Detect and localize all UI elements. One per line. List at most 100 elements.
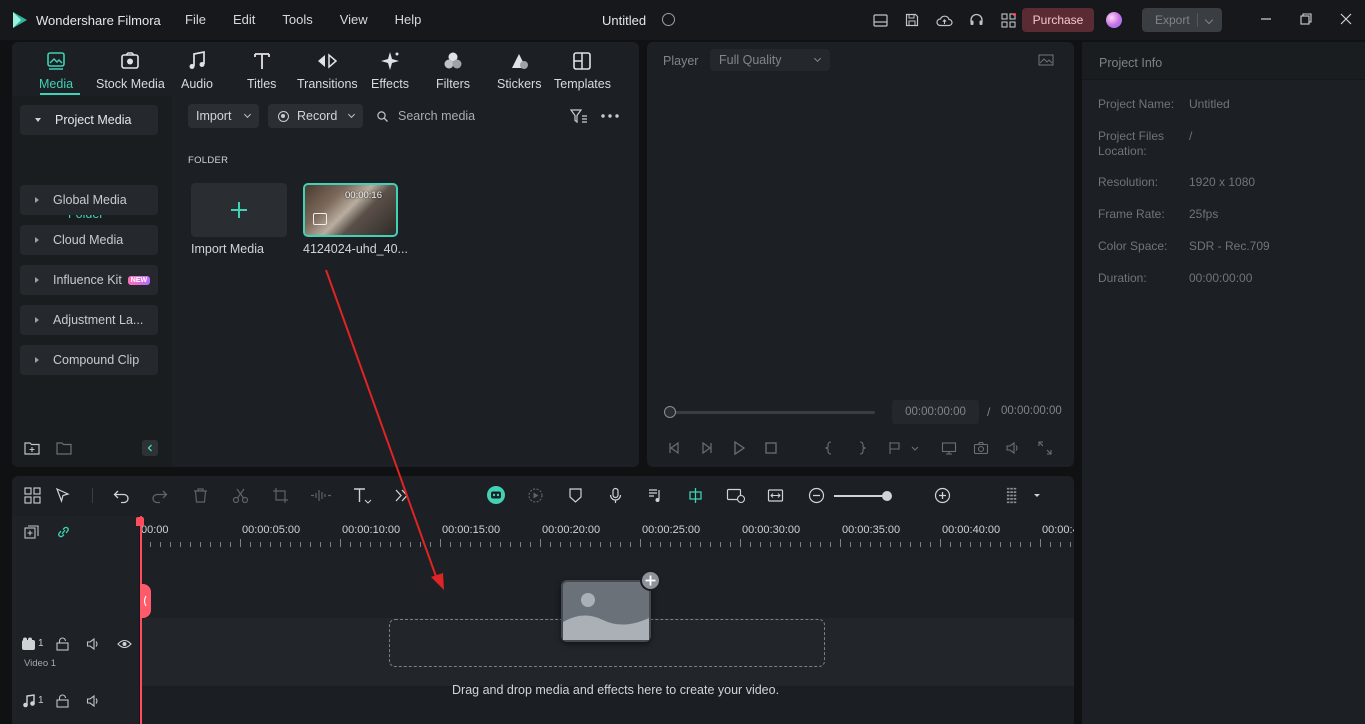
sidebar-item-influence-kit[interactable]: Influence Kit NEW <box>20 265 158 295</box>
snapshot-image-icon[interactable] <box>1038 54 1054 66</box>
tab-stock-media[interactable]: Stock Media <box>96 50 165 94</box>
menu-file[interactable]: File <box>185 12 206 27</box>
minimize-icon[interactable] <box>1259 12 1273 26</box>
sidebar-item-global-media[interactable]: Global Media <box>20 185 158 215</box>
folder-icon[interactable] <box>56 441 72 455</box>
snap-magnet-icon[interactable] <box>687 487 704 504</box>
step-forward-icon[interactable] <box>699 440 715 456</box>
zoom-slider-track[interactable] <box>834 495 886 497</box>
auto-highlight-icon[interactable] <box>527 487 544 504</box>
menu-view[interactable]: View <box>340 12 368 27</box>
chevron-down-icon[interactable] <box>1204 15 1214 25</box>
media-clip-thumbnail[interactable]: 00:00:16 <box>303 183 398 237</box>
layout-grid-icon[interactable] <box>24 487 41 504</box>
tab-stickers[interactable]: Stickers <box>497 50 541 94</box>
more-options-icon[interactable] <box>601 114 619 118</box>
mark-in-icon[interactable] <box>821 440 837 456</box>
playhead-line[interactable] <box>140 516 142 724</box>
ruler-tick <box>350 542 351 547</box>
import-media-tile[interactable] <box>191 183 287 237</box>
fullscreen-icon[interactable] <box>1037 440 1053 456</box>
current-timecode[interactable]: 00:00:00:00 <box>892 400 979 424</box>
ai-copilot-icon[interactable] <box>486 485 506 505</box>
menu-tools[interactable]: Tools <box>282 12 312 27</box>
microphone-icon[interactable] <box>607 487 624 504</box>
new-folder-icon[interactable] <box>24 441 40 455</box>
progress-knob[interactable] <box>664 406 676 418</box>
chevron-down-icon[interactable] <box>910 440 920 456</box>
menu-edit[interactable]: Edit <box>233 12 255 27</box>
more-tools-chevron-icon[interactable] <box>393 487 410 504</box>
timeline-ruler[interactable]: 00:00 00:00:05:00 00:00:10:00 00:00:15:00 00… <box>140 516 1074 552</box>
import-dropdown[interactable]: Import <box>188 104 259 128</box>
preview-viewer[interactable] <box>647 80 1074 398</box>
cut-scissors-icon[interactable] <box>232 487 249 504</box>
filter-sort-icon[interactable] <box>570 109 588 124</box>
audio-mixer-icon[interactable] <box>647 487 664 504</box>
zoom-slider-knob[interactable] <box>882 491 892 501</box>
tab-templates[interactable]: Templates <box>554 50 611 94</box>
search-input[interactable] <box>398 106 548 126</box>
layout-icon[interactable] <box>864 11 896 29</box>
crop-icon[interactable] <box>272 487 289 504</box>
fit-timeline-icon[interactable] <box>767 487 784 504</box>
track-height-icon[interactable] <box>1005 487 1019 504</box>
marker-icon[interactable] <box>887 440 903 456</box>
purchase-button[interactable]: Purchase <box>1022 8 1094 32</box>
add-track-icon[interactable] <box>24 525 39 539</box>
shield-marker-icon[interactable] <box>567 487 584 504</box>
ruler-tick <box>1070 542 1071 547</box>
record-dropdown[interactable]: Record <box>268 104 363 128</box>
sidebar-item-project-media[interactable]: Project Media <box>20 105 158 135</box>
select-pointer-icon[interactable] <box>55 487 72 504</box>
playhead-marker[interactable] <box>136 517 144 526</box>
quality-dropdown[interactable]: Full Quality <box>710 49 830 71</box>
tab-titles[interactable]: Titles <box>247 50 276 94</box>
playhead-handle[interactable] <box>140 584 151 618</box>
eye-visibility-icon[interactable] <box>117 637 132 651</box>
delete-trash-icon[interactable] <box>192 487 209 504</box>
volume-icon[interactable] <box>1005 440 1021 456</box>
sidebar-item-cloud-media[interactable]: Cloud Media <box>20 225 158 255</box>
playback-progress-bar[interactable] <box>669 411 875 414</box>
export-button[interactable]: Export <box>1142 8 1222 32</box>
ruler-tick <box>890 542 891 547</box>
play-icon[interactable] <box>731 440 747 456</box>
step-back-icon[interactable] <box>666 440 682 456</box>
headset-support-icon[interactable] <box>960 11 992 29</box>
display-monitor-icon[interactable] <box>941 440 957 456</box>
redo-icon[interactable] <box>151 487 168 504</box>
chevron-down-icon[interactable] <box>1032 487 1042 504</box>
volume-icon[interactable] <box>86 694 101 708</box>
volume-icon[interactable] <box>86 637 101 651</box>
lock-icon[interactable] <box>55 637 70 651</box>
text-tool-icon[interactable] <box>352 487 372 504</box>
maximize-icon[interactable] <box>1299 12 1313 26</box>
tab-filters[interactable]: Filters <box>436 50 470 94</box>
zoom-out-icon[interactable] <box>808 487 825 504</box>
lock-icon[interactable] <box>55 694 70 708</box>
mark-out-icon[interactable] <box>854 440 870 456</box>
zoom-in-icon[interactable] <box>934 487 951 504</box>
folder-heading: FOLDER <box>188 155 229 166</box>
tab-effects[interactable]: Effects <box>371 50 409 94</box>
tab-media[interactable]: Media <box>39 50 73 94</box>
tab-transitions[interactable]: Transitions <box>297 50 358 94</box>
save-icon[interactable] <box>896 11 928 29</box>
account-avatar[interactable] <box>1106 12 1122 28</box>
stop-icon[interactable] <box>763 440 779 456</box>
undo-icon[interactable] <box>113 487 130 504</box>
apps-grid-icon[interactable] <box>992 11 1024 29</box>
sidebar-item-adjustment-layer[interactable]: Adjustment La... <box>20 305 158 335</box>
menu-help[interactable]: Help <box>395 12 422 27</box>
preview-render-icon[interactable] <box>726 487 746 504</box>
cloud-upload-icon[interactable] <box>928 11 960 29</box>
timeline-toolbar <box>12 476 1074 514</box>
collapse-sidebar-button[interactable] <box>142 440 158 456</box>
tab-audio[interactable]: Audio <box>181 50 213 94</box>
close-icon[interactable] <box>1339 12 1353 26</box>
audio-stretch-icon[interactable] <box>310 487 332 504</box>
sidebar-item-compound-clip[interactable]: Compound Clip <box>20 345 158 375</box>
camera-snapshot-icon[interactable] <box>973 440 989 456</box>
link-icon[interactable] <box>56 525 71 539</box>
